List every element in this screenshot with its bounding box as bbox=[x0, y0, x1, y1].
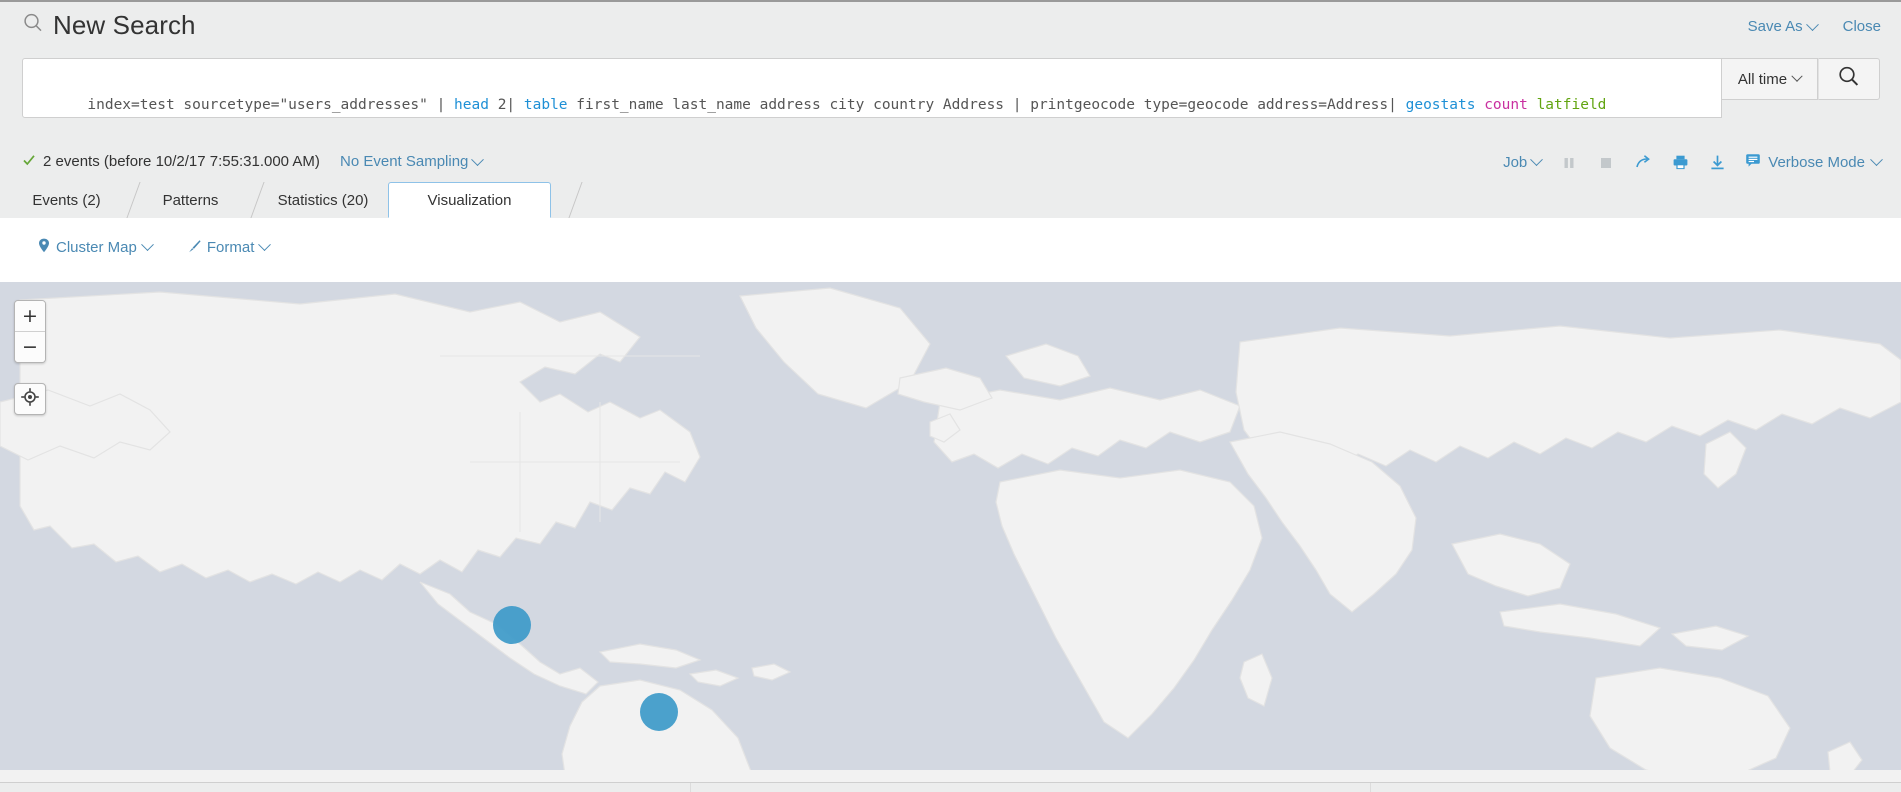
search-submit-icon bbox=[1837, 65, 1861, 94]
page-title: New Search bbox=[53, 10, 196, 40]
chevron-down-icon bbox=[258, 238, 272, 252]
map-controls: + − bbox=[14, 300, 46, 415]
job-status-bar: 2 events (before 10/2/17 7:55:31.000 AM)… bbox=[0, 148, 1901, 182]
tab-divider bbox=[568, 182, 583, 218]
search-mode-button[interactable]: Verbose Mode bbox=[1745, 152, 1883, 173]
footer-divider-1 bbox=[690, 783, 691, 792]
chevron-down-icon bbox=[471, 152, 485, 166]
save-as-label: Save As bbox=[1747, 18, 1803, 35]
map-pin-icon bbox=[38, 238, 50, 257]
page-title-group: New Search bbox=[22, 10, 196, 40]
tab-visualization-label: Visualization bbox=[427, 191, 512, 209]
event-count-group: 2 events (before 10/2/17 7:55:31.000 AM) bbox=[22, 153, 320, 170]
job-menu-button[interactable]: Job bbox=[1503, 153, 1544, 172]
tab-statistics[interactable]: Statistics (20) bbox=[258, 182, 406, 218]
search-icon bbox=[22, 12, 44, 39]
search-bar: index=test sourcetype="users_addresses" … bbox=[22, 58, 1880, 118]
chart-type-picker[interactable]: Cluster Map bbox=[38, 238, 154, 257]
map-zoom-controls: + − bbox=[14, 300, 46, 363]
search-mode-label: Verbose Mode bbox=[1768, 153, 1865, 171]
visualization-toolbar-inner: Cluster Map Format bbox=[38, 238, 272, 257]
result-tabs: Events (2) Patterns Statistics (20) Visu… bbox=[0, 182, 1901, 219]
share-icon[interactable] bbox=[1634, 154, 1652, 172]
tab-visualization[interactable]: Visualization bbox=[388, 182, 551, 218]
chevron-down-icon bbox=[1791, 70, 1803, 82]
footer-divider-2 bbox=[1370, 783, 1371, 792]
mode-icon bbox=[1745, 152, 1761, 173]
chevron-down-icon bbox=[140, 238, 154, 252]
tab-patterns-label: Patterns bbox=[162, 191, 219, 209]
tab-statistics-label: Statistics (20) bbox=[277, 191, 369, 209]
save-as-button[interactable]: Save As bbox=[1747, 17, 1819, 36]
chevron-down-icon bbox=[1870, 153, 1883, 167]
world-map-tiles bbox=[0, 282, 1901, 782]
export-icon[interactable] bbox=[1708, 154, 1726, 172]
pause-icon[interactable] bbox=[1560, 154, 1578, 172]
map-zoom-in-button[interactable]: + bbox=[15, 301, 45, 331]
chevron-down-icon bbox=[1530, 153, 1544, 167]
close-label: Close bbox=[1842, 18, 1881, 35]
crosshair-locate-icon bbox=[20, 387, 40, 412]
search-input[interactable]: index=test sourcetype="users_addresses" … bbox=[22, 58, 1722, 118]
event-sampling-label: No Event Sampling bbox=[340, 153, 469, 170]
format-brush-icon bbox=[188, 239, 201, 257]
job-label: Job bbox=[1503, 153, 1528, 171]
close-button[interactable]: Close bbox=[1843, 18, 1881, 36]
tab-patterns[interactable]: Patterns bbox=[134, 182, 265, 218]
format-label: Format bbox=[206, 239, 255, 256]
tab-events-label: Events (2) bbox=[32, 191, 101, 209]
cluster-marker-southeast[interactable] bbox=[640, 693, 678, 731]
splunk-search-app: New Search Save As Close index=test sour… bbox=[0, 0, 1901, 792]
chevron-down-icon bbox=[1805, 17, 1819, 31]
event-sampling-button[interactable]: No Event Sampling bbox=[340, 152, 485, 171]
cluster-marker-west[interactable] bbox=[493, 606, 531, 644]
query-line-1: index=test sourcetype="users_addresses" … bbox=[87, 97, 1607, 113]
chart-type-label: Cluster Map bbox=[56, 239, 137, 256]
stop-icon[interactable] bbox=[1597, 154, 1615, 172]
event-count-text: 2 events (before 10/2/17 7:55:31.000 AM) bbox=[43, 153, 320, 170]
job-controls: Job Verbose Mode bbox=[1503, 152, 1883, 173]
visualization-toolbar: Cluster Map Format bbox=[0, 218, 1901, 283]
time-range-label: All time bbox=[1737, 70, 1788, 88]
cluster-map[interactable]: + − bbox=[0, 282, 1901, 782]
footer-bar bbox=[0, 782, 1901, 792]
plus-icon: + bbox=[22, 304, 38, 327]
minus-icon: − bbox=[22, 335, 38, 358]
tab-events[interactable]: Events (2) bbox=[10, 182, 141, 218]
time-range-picker[interactable]: All time bbox=[1722, 58, 1818, 100]
map-zoom-out-button[interactable]: − bbox=[15, 331, 45, 362]
checkmark-icon bbox=[22, 153, 36, 170]
run-search-button[interactable] bbox=[1818, 58, 1880, 100]
header-actions: Save As Close bbox=[1747, 17, 1881, 36]
print-icon[interactable] bbox=[1671, 154, 1689, 172]
map-locate-button[interactable] bbox=[14, 383, 46, 415]
tab-trailing-divider bbox=[551, 182, 583, 218]
format-button[interactable]: Format bbox=[188, 238, 272, 257]
app-header: New Search Save As Close bbox=[0, 2, 1901, 58]
